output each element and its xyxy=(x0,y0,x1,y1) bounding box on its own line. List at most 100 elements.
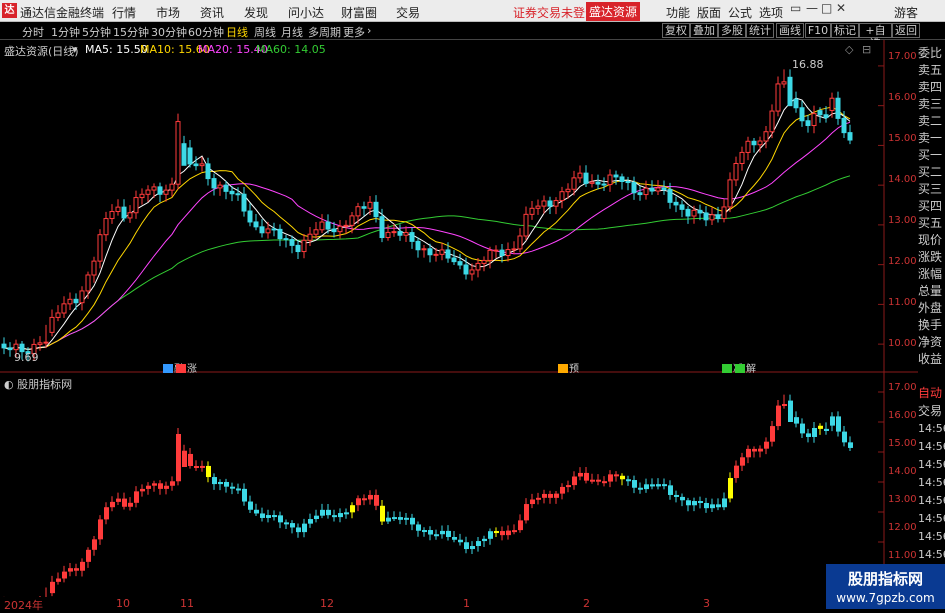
quote-field-label[interactable]: 买四 xyxy=(918,197,945,214)
indicator-bar xyxy=(728,478,733,499)
tab-more[interactable]: 更多 xyxy=(343,24,365,40)
mark-button[interactable]: 标记 xyxy=(831,23,859,38)
quote-field-label[interactable]: 买一 xyxy=(918,146,945,163)
indicator-bar xyxy=(734,465,739,479)
indicator-bar xyxy=(290,523,295,528)
indicator-bar xyxy=(698,501,703,504)
menu-layout[interactable]: 版面 xyxy=(697,4,721,21)
candle-body xyxy=(589,181,595,184)
chevron-down-icon[interactable]: ▾ xyxy=(72,43,78,56)
brand-button[interactable]: 盛达资源 xyxy=(586,2,641,21)
indicator-bar xyxy=(446,530,451,537)
candle-body xyxy=(757,140,763,146)
candle-body xyxy=(109,210,115,220)
tab-monthly[interactable]: 月线 xyxy=(281,24,303,40)
quote-field-label[interactable]: 买三 xyxy=(918,180,945,197)
indicator-bar xyxy=(806,433,811,437)
candle-body xyxy=(751,140,757,146)
user-label[interactable]: 游客 xyxy=(894,4,918,21)
quote-field-label[interactable]: 总量 xyxy=(918,282,945,299)
tab-30min[interactable]: 30分钟 xyxy=(151,24,187,40)
candlestick-chart[interactable] xyxy=(0,40,918,373)
maximize-icon[interactable]: □ xyxy=(821,1,832,15)
close-icon[interactable]: ✕ xyxy=(836,1,846,15)
quote-field-label[interactable]: 卖四 xyxy=(918,78,945,95)
quote-field-label[interactable]: 委比 xyxy=(918,44,945,61)
trade-time: 14:56 xyxy=(918,422,945,435)
tab-5min[interactable]: 5分钟 xyxy=(82,24,111,40)
tab-timeshare[interactable]: 分时 xyxy=(22,24,44,40)
chevron-right-icon[interactable]: › xyxy=(367,24,371,37)
restore-rights-button[interactable]: 复权 xyxy=(662,23,690,38)
indicator-bar xyxy=(338,513,343,518)
indicator-bar xyxy=(770,426,775,442)
back-button[interactable]: 返回 xyxy=(892,23,920,38)
restore-icon[interactable]: ▭ xyxy=(790,1,801,15)
menu-formula[interactable]: 公式 xyxy=(728,4,752,21)
y-tick-label: 14.00 xyxy=(888,174,917,185)
quote-field-label[interactable]: 买五 xyxy=(918,214,945,231)
menu-market[interactable]: 行情 xyxy=(112,4,136,21)
indicator-bar xyxy=(74,568,79,571)
indicator-bar xyxy=(248,501,253,510)
zoom-out-icon[interactable]: ⊟ xyxy=(862,43,871,56)
candle-body xyxy=(769,110,775,133)
quote-field-label[interactable]: 涨幅 xyxy=(918,265,945,282)
indicator-bar xyxy=(416,524,421,531)
menu-trade[interactable]: 交易 xyxy=(396,4,420,21)
multi-stock-button[interactable]: 多股 xyxy=(718,23,746,38)
indicator-bar xyxy=(608,474,613,482)
candle-body xyxy=(241,193,247,212)
quote-field-label[interactable]: 卖五 xyxy=(918,61,945,78)
indicator-bar xyxy=(500,531,505,536)
trade-label[interactable]: 交易 xyxy=(918,402,945,419)
indicator-chart[interactable] xyxy=(0,373,918,597)
menu-wealth[interactable]: 财富圈 xyxy=(341,4,377,21)
low-price-label: 9.69 xyxy=(14,351,39,364)
diamond-icon[interactable]: ◇ xyxy=(845,43,853,56)
menu-functions[interactable]: 功能 xyxy=(666,4,690,21)
quote-field-label[interactable]: 现价 xyxy=(918,231,945,248)
candle-body xyxy=(739,151,745,164)
quote-field-label[interactable]: 外盘 xyxy=(918,299,945,316)
candle-body xyxy=(79,290,85,304)
menu-options[interactable]: 选项 xyxy=(759,4,783,21)
quote-field-label[interactable]: 卖一 xyxy=(918,129,945,146)
indicator-bar xyxy=(602,481,607,484)
f10-button[interactable]: F10 xyxy=(805,23,831,38)
quote-field-label[interactable]: 净资 xyxy=(918,333,945,350)
indicator-bar xyxy=(782,404,787,406)
statistics-button[interactable]: 统计 xyxy=(746,23,774,38)
login-status[interactable]: 证券交易未登录 xyxy=(513,4,597,21)
indicator-bar xyxy=(212,477,217,485)
quote-field-label[interactable]: 收益 xyxy=(918,350,945,367)
menu-news[interactable]: 资讯 xyxy=(200,4,224,21)
tab-60min[interactable]: 60分钟 xyxy=(188,24,224,40)
tab-daily[interactable]: 日线 xyxy=(226,24,248,40)
indicator-bar xyxy=(812,428,817,437)
menu-ask[interactable]: 问小达 xyxy=(288,4,324,21)
tab-multiperiod[interactable]: 多周期 xyxy=(308,24,341,40)
tab-weekly[interactable]: 周线 xyxy=(254,24,276,40)
minimize-icon[interactable]: — xyxy=(806,1,818,15)
indicator-bar xyxy=(656,484,661,487)
quote-field-label[interactable]: 涨跌 xyxy=(918,248,945,265)
y-tick-label: 12.00 xyxy=(888,256,917,267)
overlay-button[interactable]: 叠加 xyxy=(690,23,718,38)
draw-line-button[interactable]: 画线 xyxy=(776,23,804,38)
quote-field-label[interactable]: 买二 xyxy=(918,163,945,180)
indicator-bar xyxy=(740,457,745,466)
candle-body xyxy=(823,114,829,119)
quote-field-label[interactable]: 卖三 xyxy=(918,95,945,112)
candle-body xyxy=(409,232,415,242)
tab-15min[interactable]: 15分钟 xyxy=(113,24,149,40)
quote-field-label[interactable]: 换手 xyxy=(918,316,945,333)
menu-exchange[interactable]: 市场 xyxy=(156,4,180,21)
indicator-bar xyxy=(788,400,793,422)
menu-discover[interactable]: 发现 xyxy=(244,4,268,21)
quote-field-label[interactable]: 卖二 xyxy=(918,112,945,129)
add-favorite-button[interactable]: +自选 xyxy=(859,23,892,50)
tab-1min[interactable]: 1分钟 xyxy=(51,24,80,40)
x-tick-label: 3 xyxy=(703,597,710,610)
auto-trade-toggle[interactable]: 自动 xyxy=(918,384,945,401)
